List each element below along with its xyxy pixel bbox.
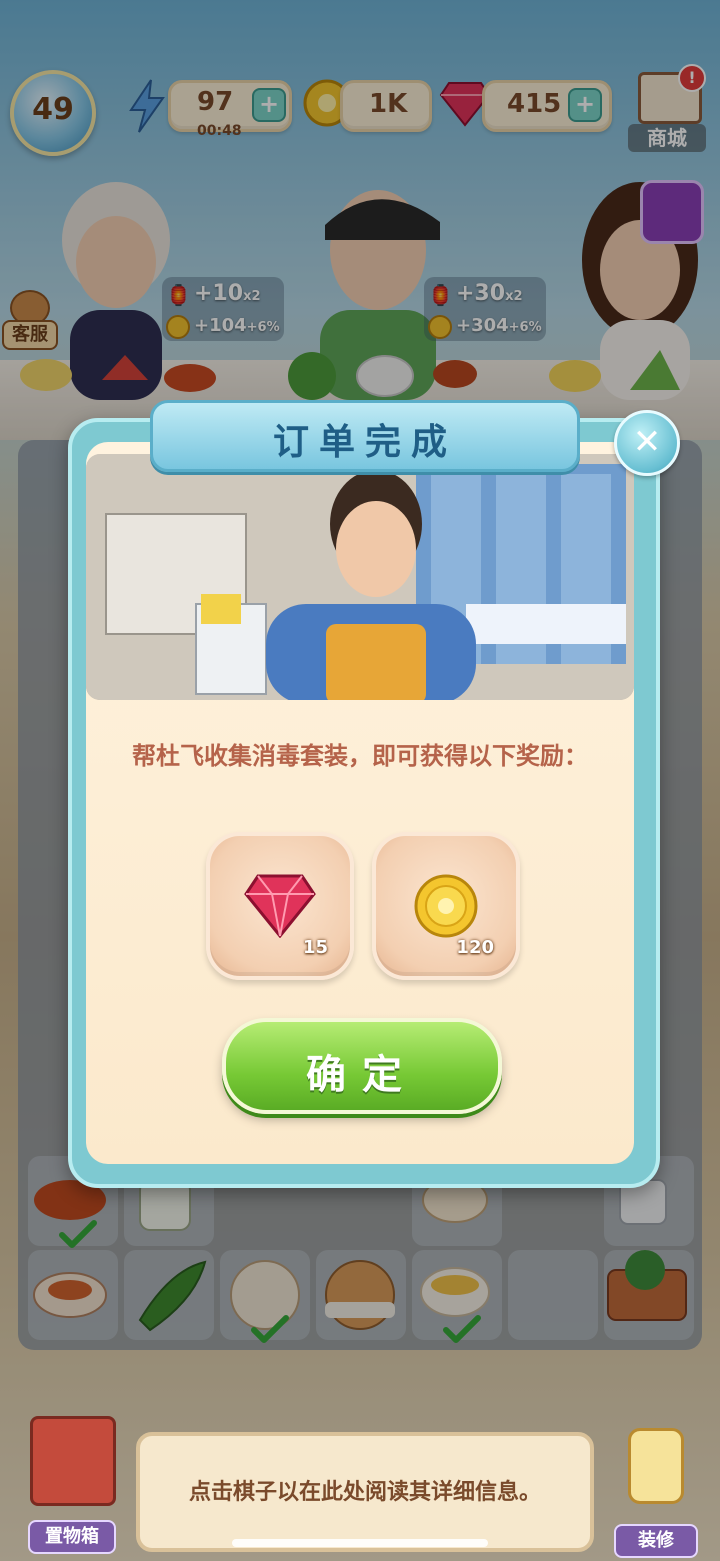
storage-box-icon — [30, 1416, 116, 1506]
story-illustration — [86, 454, 634, 700]
reward-item-coins: 120 — [372, 832, 520, 980]
home-indicator — [232, 1539, 488, 1547]
close-button[interactable]: ✕ — [614, 410, 680, 476]
decorate-label: 装修 — [614, 1524, 698, 1558]
reward-count: 15 — [302, 937, 328, 958]
dialog-title: 订单完成 — [272, 422, 457, 463]
gem-icon — [244, 874, 316, 938]
reward-count: 120 — [456, 937, 494, 958]
coin-icon — [414, 874, 478, 938]
storage-box-button[interactable]: 置物箱 — [20, 1410, 120, 1554]
storage-box-label: 置物箱 — [28, 1520, 116, 1554]
confirm-button[interactable]: 确定 — [222, 1018, 502, 1114]
dialog-title-banner: 订单完成 — [150, 400, 580, 472]
item-info-text: 点击棋子以在此处阅读其详细信息。 — [188, 1480, 541, 1505]
paint-roller-icon — [628, 1428, 684, 1504]
confirm-label: 确定 — [306, 1052, 418, 1098]
decorate-button[interactable]: 装修 — [600, 1420, 710, 1558]
reward-item-gems: 15 — [206, 832, 354, 980]
close-icon: ✕ — [632, 422, 662, 462]
order-description: 帮杜飞收集消毒套装，即可获得以下奖励： — [132, 742, 588, 770]
